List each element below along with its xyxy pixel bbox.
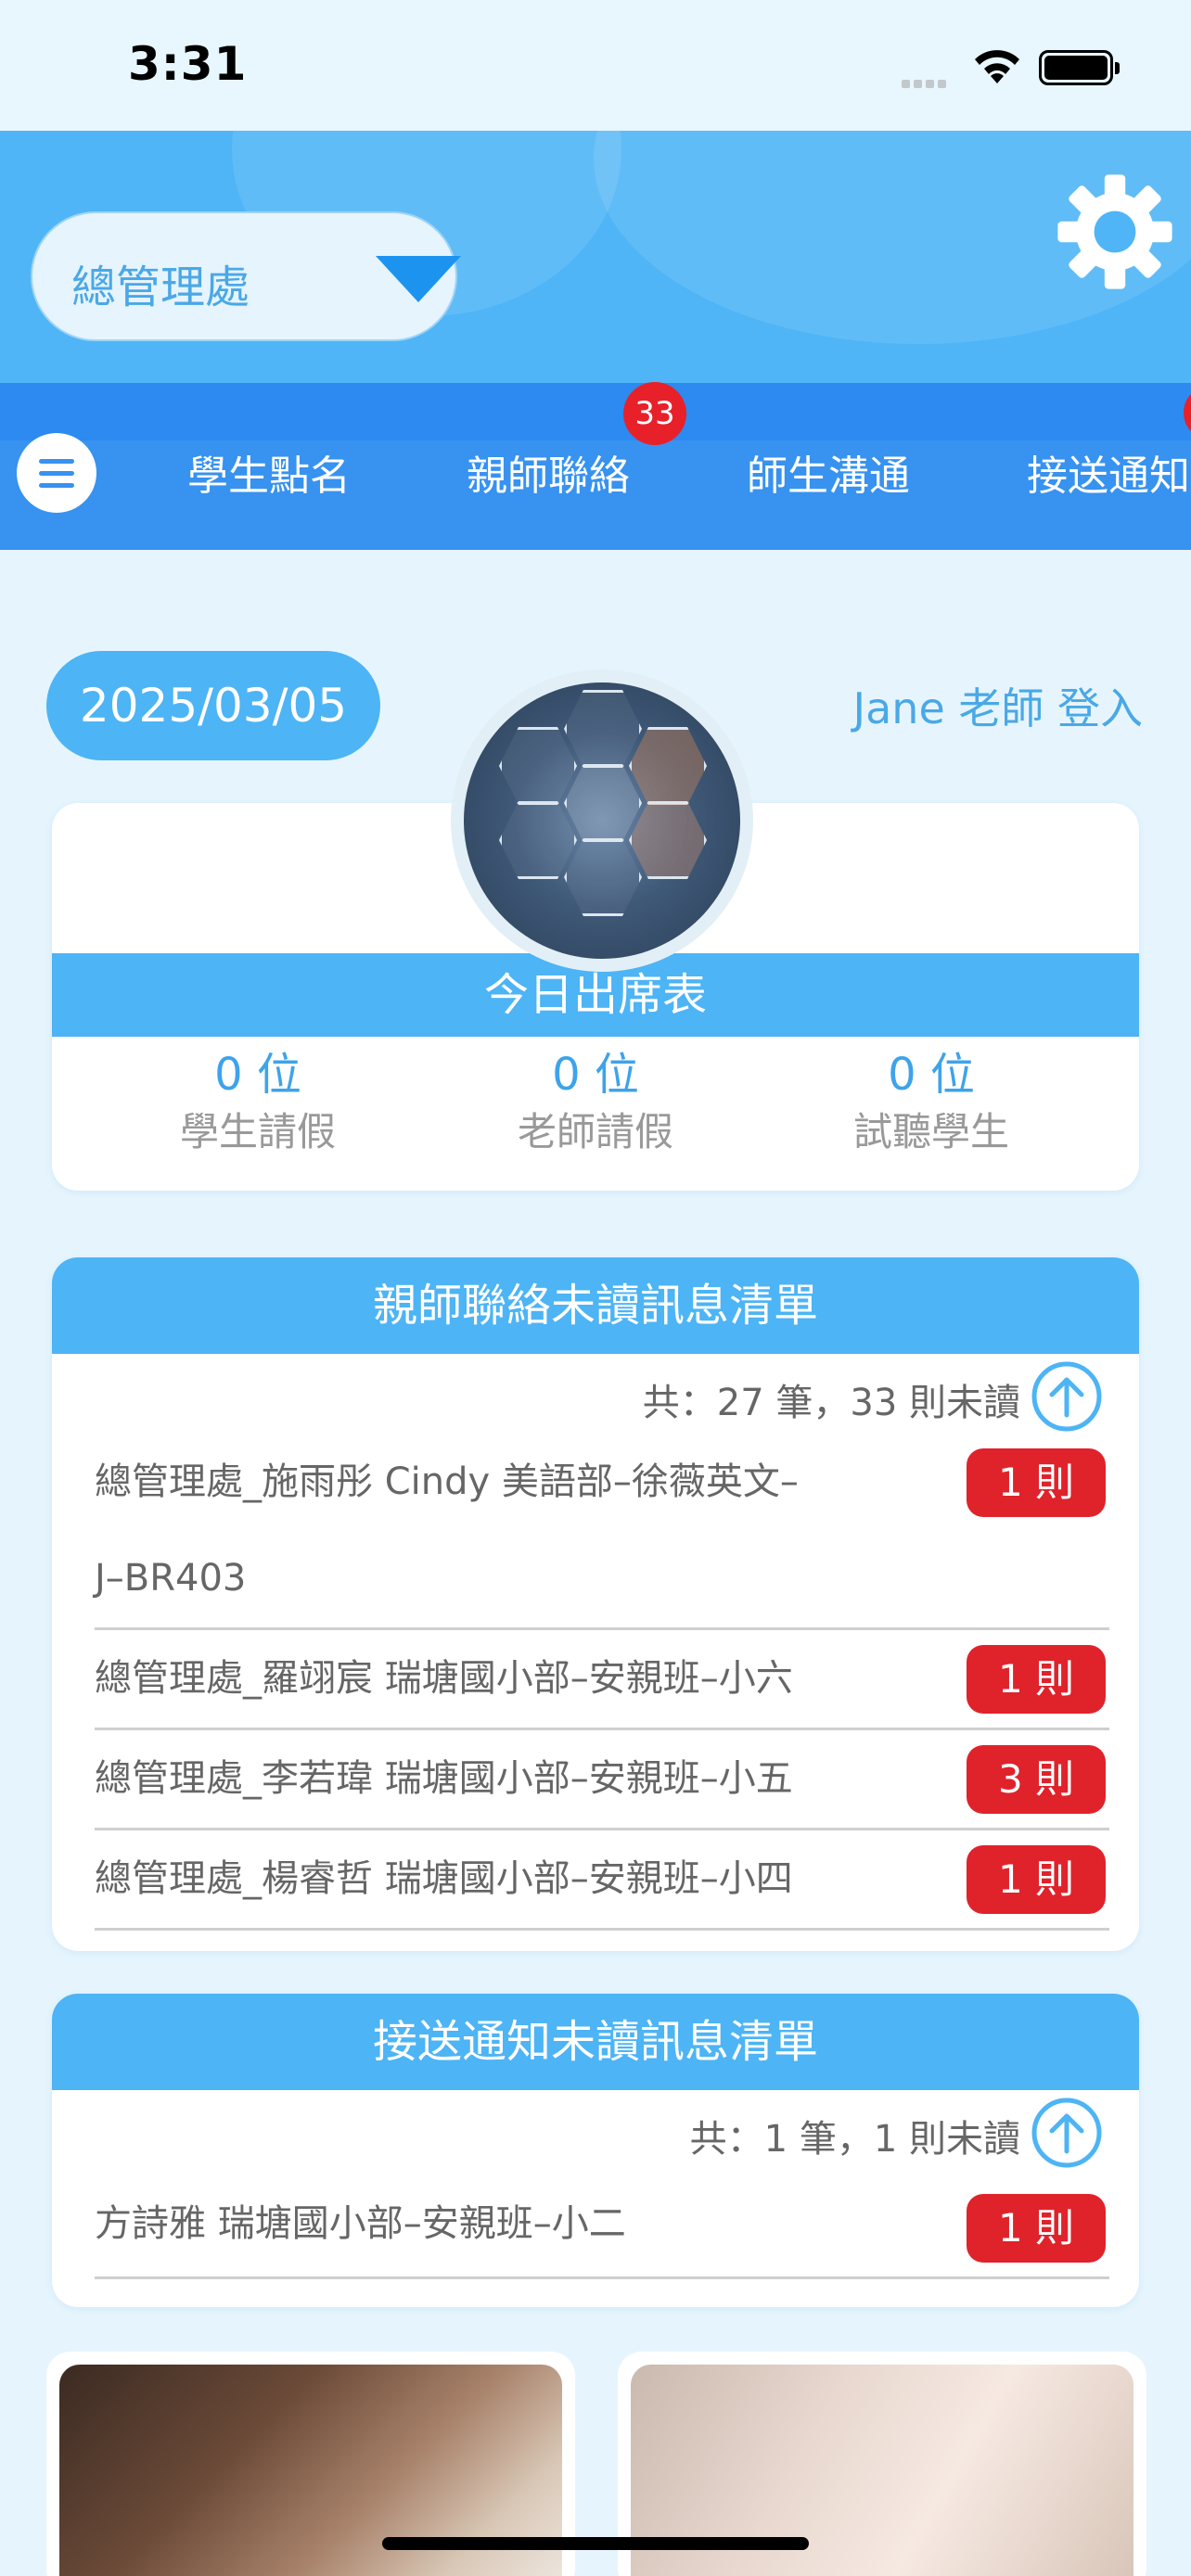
parent-messages-summary: 共：27 筆，33 則未讀: [642, 1382, 1020, 1424]
battery-icon: [1039, 50, 1120, 85]
pickup-messages-title: 接送通知未讀訊息清單: [52, 1994, 1139, 2090]
unread-count-badge: 3 則: [967, 1745, 1106, 1814]
attendance-label: 老師請假: [517, 1109, 673, 1154]
chevron-down-icon: [376, 256, 461, 302]
unread-count-badge: 1 則: [967, 1645, 1106, 1714]
arrow-up-circle-icon[interactable]: [1030, 2096, 1104, 2170]
tab-bar: 學生點名 親師聯絡 師生溝通 接送通知: [0, 383, 1191, 550]
message-row[interactable]: 總管理處_施雨彤 Cindy 美語部–徐薇英文– J–BR403 1 則: [95, 1434, 1109, 1630]
message-row-name: 方詩雅 瑞塘國小部–安親班–小二: [95, 2202, 626, 2245]
arrow-up-circle-icon[interactable]: [1030, 1359, 1104, 1434]
signal-icon: [902, 74, 950, 92]
attendance-label: 學生請假: [179, 1109, 336, 1154]
pickup-messages-summary: 共：1 筆，1 則未讀: [689, 2118, 1020, 2161]
organization-label: 總管理處: [71, 261, 250, 313]
attendance-value: 0 位: [214, 1049, 301, 1101]
message-row-name-cont: J–BR403: [95, 1557, 247, 1600]
unread-count-badge: 1 則: [967, 1448, 1106, 1517]
attendance-value: 0 位: [888, 1049, 975, 1101]
avatar: [451, 670, 753, 972]
message-row-name: 總管理處_施雨彤 Cindy 美語部–徐薇英文–: [95, 1460, 799, 1503]
attendance-value: 0 位: [552, 1049, 639, 1101]
tab-parent-contact[interactable]: 親師聯絡: [467, 442, 630, 502]
status-time: 3:31: [128, 37, 248, 91]
organization-select[interactable]: 總管理處: [31, 211, 461, 341]
parent-messages-title: 親師聯絡未讀訊息清單: [52, 1257, 1139, 1354]
message-row[interactable]: 總管理處_楊睿哲 瑞塘國小部–安親班–小四 1 則: [95, 1830, 1109, 1931]
avatar-image: [464, 682, 740, 959]
tab-pickup-notice[interactable]: 接送通知: [1027, 442, 1190, 502]
message-row-name: 總管理處_楊睿哲 瑞塘國小部–安親班–小四: [95, 1857, 793, 1900]
tab-badge: 33: [623, 382, 686, 445]
home-indicator: [382, 2537, 809, 2550]
tab-teacher-student[interactable]: 師生溝通: [747, 442, 910, 502]
message-row[interactable]: 方詩雅 瑞塘國小部–安親班–小二 1 則: [95, 2175, 1109, 2279]
status-bar: 3:31: [0, 0, 1191, 131]
pickup-messages-card: 接送通知未讀訊息清單 共：1 筆，1 則未讀 方詩雅 瑞塘國小部–安親班–小二 …: [52, 1994, 1139, 2307]
tab-student-rollcall[interactable]: 學生點名: [187, 442, 351, 502]
date-pill[interactable]: 2025/03/05: [46, 651, 380, 760]
unread-count-badge: 1 則: [967, 2194, 1106, 2263]
tab-bar-band: [0, 383, 1191, 440]
message-row[interactable]: 總管理處_羅翊宸 瑞塘國小部–安親班–小六 1 則: [95, 1630, 1109, 1730]
attendance-student-leave[interactable]: 0 位 學生請假: [119, 1046, 397, 1161]
wifi-icon: [975, 50, 1019, 83]
attendance-teacher-leave[interactable]: 0 位 老師請假: [456, 1046, 735, 1161]
message-row[interactable]: 總管理處_李若瑋 瑞塘國小部–安親班–小五 3 則: [95, 1730, 1109, 1830]
menu-icon[interactable]: [17, 433, 96, 513]
attendance-label: 試聽學生: [852, 1109, 1009, 1154]
gear-icon[interactable]: [1050, 167, 1180, 297]
login-status: Jane 老師 登入: [852, 683, 1143, 733]
message-row-name: 總管理處_李若瑋 瑞塘國小部–安親班–小五: [95, 1757, 793, 1800]
unread-count-badge: 1 則: [967, 1845, 1106, 1914]
message-row-name: 總管理處_羅翊宸 瑞塘國小部–安親班–小六: [95, 1657, 793, 1700]
attendance-trial-students[interactable]: 0 位 試聽學生: [792, 1046, 1070, 1161]
parent-messages-card: 親師聯絡未讀訊息清單 共：27 筆，33 則未讀 總管理處_施雨彤 Cindy …: [52, 1257, 1139, 1951]
